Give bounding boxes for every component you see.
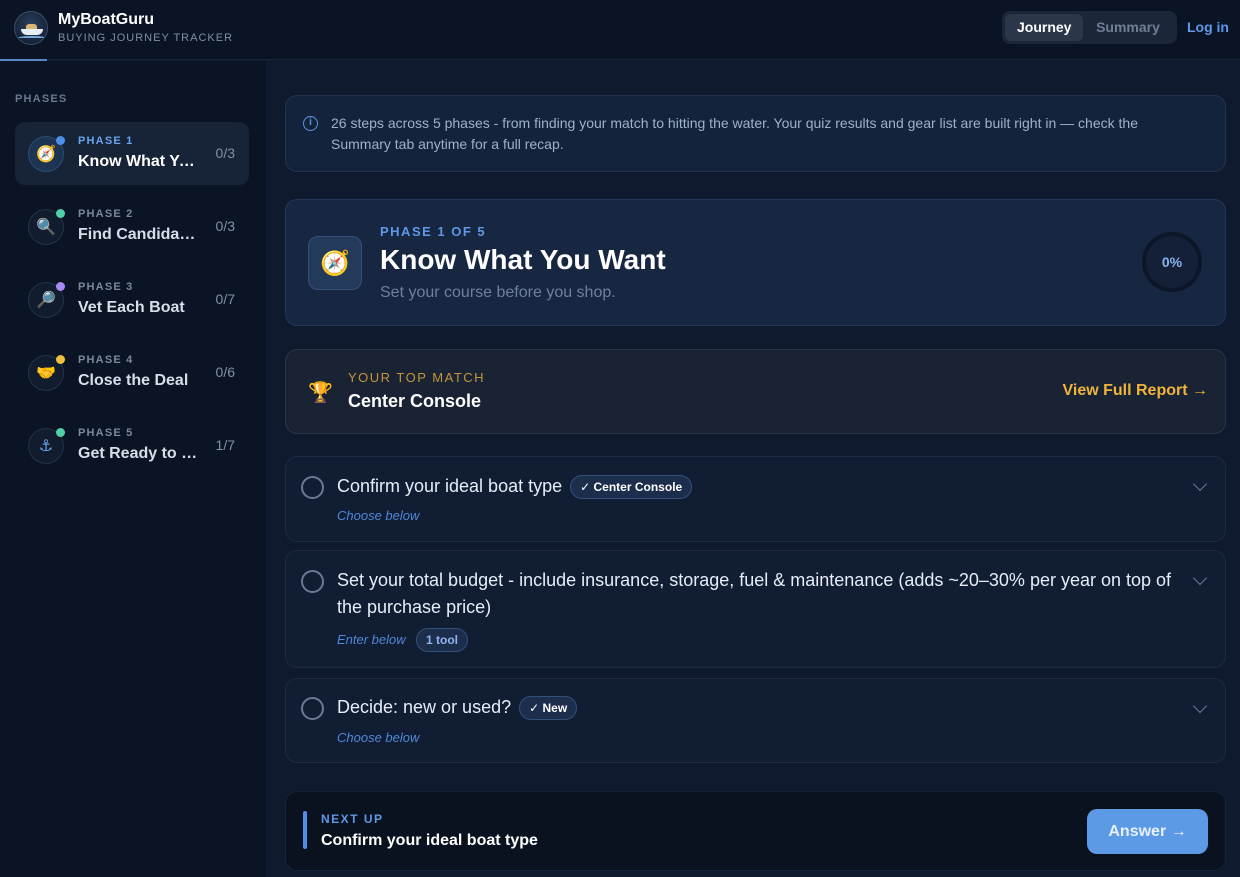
phase-count: 0/3 bbox=[215, 218, 235, 234]
task-title: Set your total budget - include insuranc… bbox=[337, 570, 1172, 617]
phase-number: PHASE 5 bbox=[78, 427, 134, 439]
sidebar-item-phase-2[interactable]: 🔍 PHASE 2 Find Candidates 0/3 bbox=[15, 195, 249, 258]
inspect-icon: 🔎 bbox=[28, 282, 65, 318]
top-bar: MyBoatGuru BUYING JOURNEY TRACKER Journe… bbox=[0, 0, 1240, 61]
top-match-value: Center Console bbox=[348, 391, 482, 411]
top-match-label: YOUR TOP MATCH bbox=[348, 370, 486, 385]
login-link[interactable]: Log in bbox=[1187, 19, 1229, 35]
answer-badge: ✓ Center Console bbox=[570, 475, 693, 500]
phase-count: 0/6 bbox=[215, 364, 235, 380]
phase-count: 0/7 bbox=[215, 291, 235, 307]
current-phase-card: 🧭 PHASE 1 OF 5 Know What You Want Set yo… bbox=[285, 199, 1226, 326]
task-title: Confirm your ideal boat type ✓ Center Con… bbox=[337, 473, 693, 500]
info-icon: i bbox=[303, 116, 318, 131]
anchor-icon: ⚓ bbox=[28, 428, 65, 464]
task-hint: Choose below bbox=[337, 508, 420, 523]
phase-title: Get Ready to Go bbox=[78, 445, 200, 462]
app-name: MyBoatGuru bbox=[58, 11, 154, 28]
phase-title: Know What You Want bbox=[78, 153, 200, 170]
task-item[interactable]: Set your total budget - include insuranc… bbox=[285, 550, 1226, 668]
phase-title: Find Candidates bbox=[78, 226, 200, 243]
answer-button[interactable]: Answer → bbox=[1087, 809, 1208, 854]
task-title: Decide: new or used? ✓ New bbox=[337, 694, 578, 721]
task-hint: Enter below bbox=[337, 632, 406, 647]
brand[interactable]: MyBoatGuru BUYING JOURNEY TRACKER bbox=[14, 10, 233, 45]
phase-count: 0/3 bbox=[215, 145, 235, 161]
trophy-icon: 🏆 bbox=[308, 382, 333, 404]
next-up-task: Confirm your ideal boat type bbox=[321, 832, 538, 849]
handshake-icon: 🤝 bbox=[28, 355, 65, 391]
view-tabs: Journey Summary bbox=[1002, 11, 1177, 44]
magnifier-icon: 🔍 bbox=[28, 209, 65, 245]
phase-subtitle: Set your course before you shop. bbox=[380, 284, 616, 301]
chevron-down-icon[interactable] bbox=[1192, 570, 1208, 586]
sidebar-item-phase-5[interactable]: ⚓ PHASE 5 Get Ready to Go 1/7 bbox=[15, 414, 249, 477]
phase-position: PHASE 1 OF 5 bbox=[380, 224, 487, 239]
compass-icon: 🧭 bbox=[28, 136, 65, 172]
accent-bar bbox=[303, 811, 307, 849]
phase-number: PHASE 4 bbox=[78, 354, 134, 366]
sidebar-item-phase-3[interactable]: 🔎 PHASE 3 Vet Each Boat 0/7 bbox=[15, 268, 249, 331]
phase-number: PHASE 3 bbox=[78, 281, 134, 293]
info-banner: i 26 steps across 5 phases - from findin… bbox=[285, 95, 1226, 172]
tab-summary[interactable]: Summary bbox=[1083, 14, 1173, 41]
progress-ring: 0% bbox=[1142, 232, 1202, 292]
app-subtitle: BUYING JOURNEY TRACKER bbox=[58, 32, 234, 44]
task-item[interactable]: Decide: new or used? ✓ New Choose below bbox=[285, 678, 1226, 763]
sidebar-item-phase-4[interactable]: 🤝 PHASE 4 Close the Deal 0/6 bbox=[15, 341, 249, 404]
top-match-card: 🏆 YOUR TOP MATCH Center Console View Ful… bbox=[285, 349, 1226, 434]
task-item[interactable]: Confirm your ideal boat type ✓ Center Con… bbox=[285, 456, 1226, 542]
next-up-label: NEXT UP bbox=[321, 812, 384, 826]
task-hint: Choose below bbox=[337, 730, 420, 745]
sidebar-item-phase-1[interactable]: 🧭 PHASE 1 Know What You Want 0/3 bbox=[15, 122, 249, 185]
view-full-report-link[interactable]: View Full Report → bbox=[1063, 382, 1209, 400]
sidebar-heading: PHASES bbox=[15, 93, 68, 105]
task-checkbox[interactable] bbox=[301, 570, 324, 593]
page-title: Know What You Want bbox=[380, 244, 666, 275]
phase-count: 1/7 bbox=[215, 437, 235, 453]
next-up-panel: NEXT UP Confirm your ideal boat type Ans… bbox=[285, 791, 1226, 871]
tab-journey[interactable]: Journey bbox=[1005, 14, 1083, 41]
answer-badge: ✓ New bbox=[519, 696, 578, 721]
tool-badge[interactable]: 1 tool bbox=[416, 628, 468, 652]
main-content: i 26 steps across 5 phases - from findin… bbox=[266, 61, 1240, 877]
phase-title: Close the Deal bbox=[78, 372, 189, 389]
chevron-down-icon[interactable] bbox=[1192, 476, 1208, 492]
boat-logo-icon bbox=[14, 10, 48, 45]
task-checkbox[interactable] bbox=[301, 697, 324, 720]
phase-number: PHASE 1 bbox=[78, 135, 134, 147]
chevron-down-icon[interactable] bbox=[1192, 698, 1208, 714]
phase-title: Vet Each Boat bbox=[78, 299, 185, 316]
phase-number: PHASE 2 bbox=[78, 208, 134, 220]
compass-icon: 🧭 bbox=[308, 236, 362, 290]
task-checkbox[interactable] bbox=[301, 476, 324, 499]
info-text: 26 steps across 5 phases - from finding … bbox=[331, 115, 1138, 152]
sidebar: PHASES 🧭 PHASE 1 Know What You Want 0/3 … bbox=[0, 61, 266, 877]
